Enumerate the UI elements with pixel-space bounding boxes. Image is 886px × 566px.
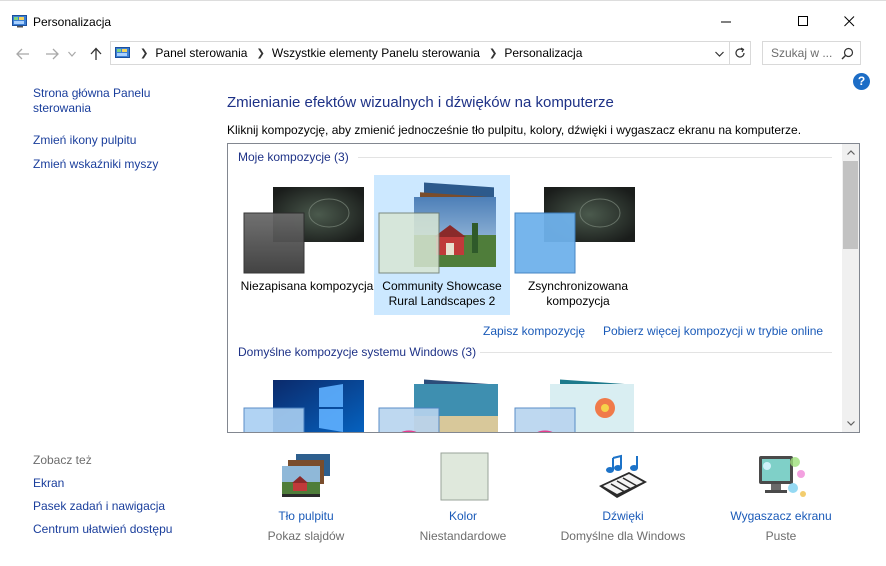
color-value: Niestandardowe <box>419 529 507 543</box>
theme-tile-synced[interactable]: Zsynchronizowana kompozycja <box>510 175 646 315</box>
see-also-link-taskbar[interactable]: Pasek zadań i nawigacja <box>33 499 213 514</box>
title-bar: Personalizacja <box>0 0 886 40</box>
group-header-default-themes: Domyślne kompozycje systemu Windows (3) <box>238 345 476 359</box>
minimize-button[interactable] <box>703 1 749 41</box>
theme-list-scrollbar[interactable] <box>842 144 859 432</box>
page-title: Zmienianie efektów wizualnych i dźwięków… <box>227 94 614 111</box>
group-header-my-themes: Moje kompozycje (3) <box>238 150 349 164</box>
desktop-background-item[interactable]: Tło pulpitu Pokaz slajdów <box>226 452 386 543</box>
breadcrumb-control-panel[interactable]: Panel sterowania <box>155 46 247 60</box>
theme-label: Zsynchronizowana kompozycja <box>527 279 629 308</box>
group-title: Moje kompozycje (3) <box>238 150 349 164</box>
screensaver-icon <box>753 452 809 502</box>
see-also-link-ease-of-access[interactable]: Centrum ułatwień dostępu <box>33 522 213 537</box>
search-box[interactable] <box>762 41 861 65</box>
theme-preview-windows <box>243 380 364 432</box>
theme-tile-rural-landscapes[interactable]: Community Showcase Rural Landscapes 2 <box>374 175 510 315</box>
sounds-value: Domyślne dla Windows <box>560 529 686 543</box>
theme-preview-dark <box>243 187 364 274</box>
screensaver-item[interactable]: Wygaszacz ekranu Puste <box>701 452 861 543</box>
breadcrumb-personalization[interactable]: Personalizacja <box>504 46 582 60</box>
close-icon <box>843 15 854 26</box>
help-button[interactable]: ? <box>853 73 870 90</box>
back-button[interactable] <box>13 45 33 63</box>
screensaver-link[interactable]: Wygaszacz ekranu <box>701 509 861 523</box>
search-icon[interactable] <box>841 47 854 60</box>
theme-tile-windows[interactable] <box>239 370 375 432</box>
scroll-down-button[interactable] <box>842 415 859 432</box>
close-button[interactable] <box>826 1 872 41</box>
desktop-background-link[interactable]: Tło pulpitu <box>226 509 386 523</box>
theme-tile-unsaved[interactable]: Niezapisana kompozycja <box>239 175 375 315</box>
theme-preview-landscapes <box>378 182 496 274</box>
scroll-thumb[interactable] <box>843 161 858 249</box>
chevron-right-icon[interactable]: ❯ <box>489 48 497 59</box>
chevron-right-icon[interactable]: ❯ <box>140 48 148 59</box>
maximize-button[interactable] <box>780 1 826 41</box>
chevron-down-icon <box>68 51 76 57</box>
page-description: Kliknij kompozycję, aby zmienić jednocze… <box>227 123 802 137</box>
theme-preview-lines-colors <box>378 379 498 432</box>
recent-locations-button[interactable] <box>66 45 78 63</box>
color-item[interactable]: Kolor Niestandardowe <box>383 452 543 543</box>
breadcrumb-all-items[interactable]: Wszystkie elementy Panelu sterowania <box>272 46 480 60</box>
theme-tile-lines-colors[interactable] <box>374 370 510 432</box>
desktop-background-icon <box>278 452 334 502</box>
chevron-down-icon <box>846 421 855 426</box>
arrow-up-icon <box>90 47 102 60</box>
sidebar: Strona główna Panelu sterowania Zmień ik… <box>33 86 203 181</box>
sidebar-link-control-panel-home[interactable]: Strona główna Panelu sterowania <box>33 86 158 116</box>
chevron-down-icon <box>714 51 724 57</box>
theme-tile-flowers[interactable] <box>510 370 646 432</box>
forward-button[interactable] <box>42 45 62 63</box>
see-also-title: Zobacz też <box>33 453 92 467</box>
sidebar-link-mouse-pointers[interactable]: Zmień wskaźniki myszy <box>33 157 203 172</box>
see-also-link-display[interactable]: Ekran <box>33 476 213 491</box>
chevron-right-icon[interactable]: ❯ <box>256 48 264 59</box>
desktop-background-value: Pokaz slajdów <box>267 529 345 543</box>
sidebar-link-desktop-icons[interactable]: Zmień ikony pulpitu <box>33 133 203 148</box>
arrow-left-icon <box>16 48 29 60</box>
color-swatch-icon <box>435 452 491 502</box>
color-link[interactable]: Kolor <box>383 509 543 523</box>
arrow-right-icon <box>46 48 59 60</box>
get-more-themes-link[interactable]: Pobierz więcej kompozycji w trybie onlin… <box>603 324 823 338</box>
refresh-icon <box>735 47 745 58</box>
address-bar[interactable]: ❯ Panel sterowania ❯ Wszystkie elementy … <box>110 41 751 65</box>
group-title: Domyślne kompozycje systemu Windows (3) <box>238 345 477 359</box>
sounds-icon <box>595 452 651 502</box>
see-also-section: Zobacz też Ekran Pasek zadań i nawigacja… <box>33 453 213 545</box>
theme-preview-synced <box>514 187 635 274</box>
save-theme-link[interactable]: Zapisz kompozycję <box>483 324 585 338</box>
screensaver-value: Puste <box>765 529 797 543</box>
maximize-icon <box>797 15 808 26</box>
window-title: Personalizacja <box>33 15 112 29</box>
up-button[interactable] <box>86 45 106 63</box>
theme-list[interactable]: Moje kompozycje (3) Niezapisana kompozyc… <box>227 143 860 433</box>
theme-preview-flowers <box>514 379 634 432</box>
sounds-link[interactable]: Dźwięki <box>543 509 703 523</box>
theme-label: Community Showcase Rural Landscapes 2 <box>382 279 502 308</box>
control-panel-icon <box>115 47 130 58</box>
address-dropdown-button[interactable] <box>709 45 729 63</box>
group-divider <box>480 352 832 353</box>
minimize-icon <box>720 21 731 22</box>
scroll-up-button[interactable] <box>842 144 859 161</box>
refresh-button[interactable] <box>729 42 750 64</box>
search-input[interactable] <box>771 46 843 60</box>
group-divider <box>358 157 832 158</box>
sounds-item[interactable]: Dźwięki Domyślne dla Windows <box>543 452 703 543</box>
theme-label: Niezapisana kompozycja <box>240 279 374 293</box>
control-panel-icon <box>12 15 27 28</box>
chevron-up-icon <box>846 150 855 155</box>
